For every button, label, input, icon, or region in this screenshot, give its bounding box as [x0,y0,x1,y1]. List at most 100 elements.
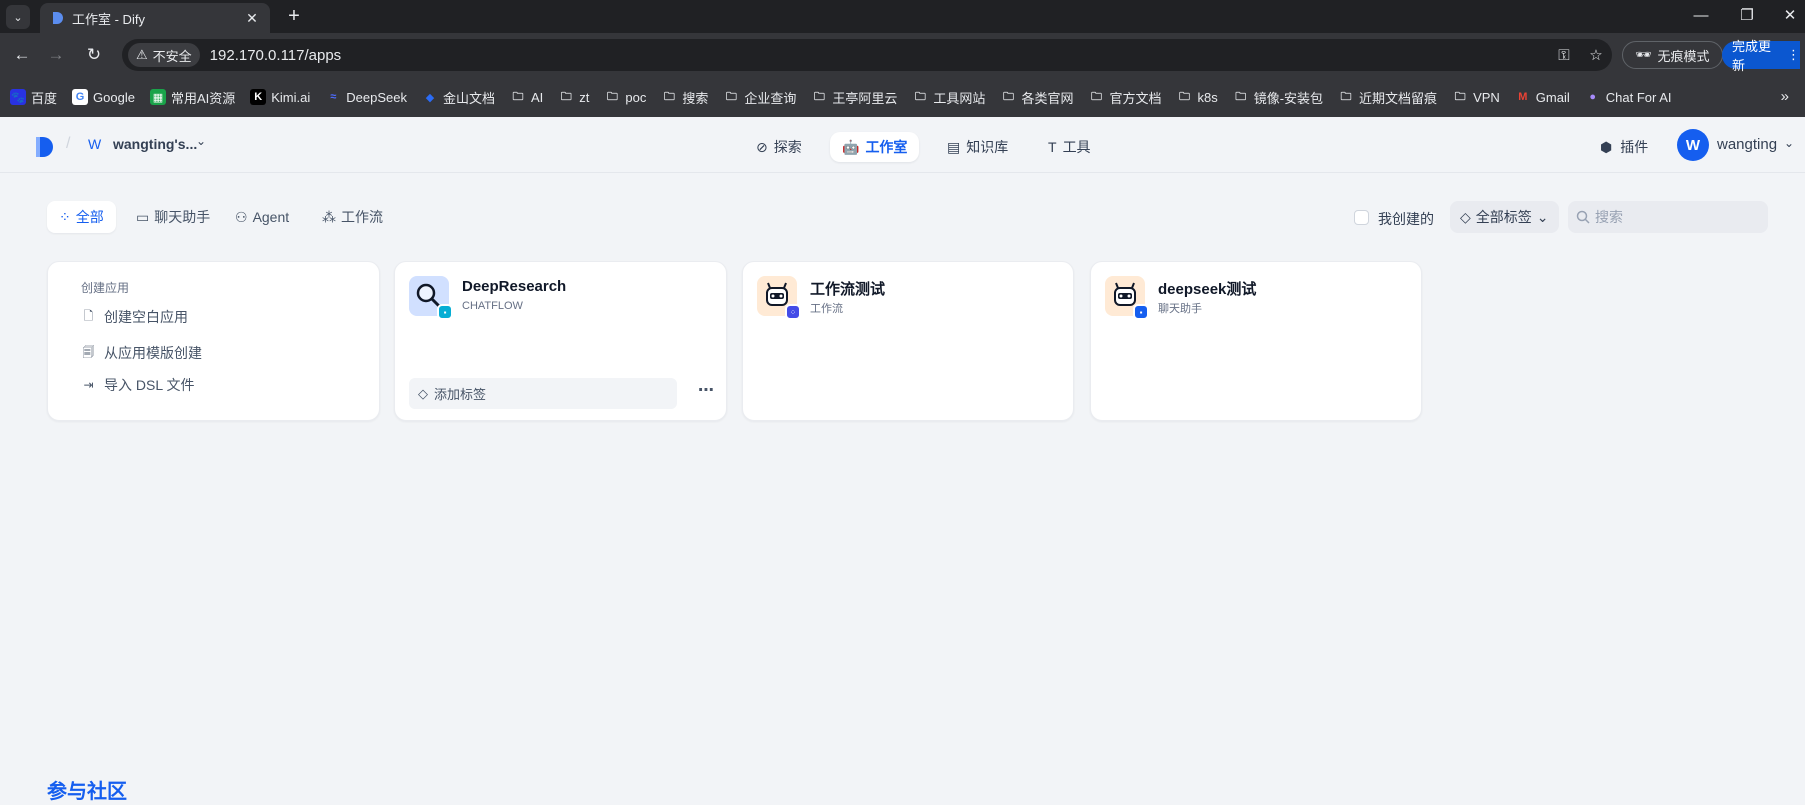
url-text[interactable]: 192.170.0.117/apps [210,47,1548,64]
chat-ai-icon: ● [1589,91,1597,103]
bookmark-item[interactable]: 🗀 企业查询 [723,88,797,107]
bookmark-label: Gmail [1535,89,1570,105]
chatflow-badge-icon: ▪ [437,304,453,320]
created-by-me-label[interactable]: 我创建的 [1378,209,1434,229]
bookmark-item[interactable]: ◆ 金山文档 [422,88,495,107]
restore-button[interactable]: ❐ [1732,4,1762,28]
bookmark-item[interactable]: G Google [72,89,135,105]
created-by-me-checkbox[interactable] [1354,210,1369,225]
filter-tab-agent[interactable]: ⚇ Agent [223,201,301,233]
bookmark-item[interactable]: ▦ 常用AI资源 [149,88,236,107]
bookmark-item[interactable]: ≈ DeepSeek [325,89,407,105]
new-tab-button[interactable]: + [282,4,306,28]
bookmark-label: 近期文档留痕 [1359,90,1438,106]
nav-explore-label: 探索 [773,139,802,155]
create-blank-app-button[interactable]: 🗋 创建空白应用 [81,307,188,327]
dify-logo-icon[interactable] [34,136,54,158]
chevron-down-icon[interactable]: ⌄ [196,134,206,148]
bookmark-item[interactable]: 🗀 近期文档留痕 [1338,88,1438,107]
search-input[interactable] [1595,209,1755,225]
compass-icon: ⊘ [756,138,768,155]
nav-knowledge[interactable]: ▤ 知识库 [935,132,1020,162]
folder-icon: 🗀 [725,90,737,103]
close-icon[interactable]: ✕ [244,10,260,27]
insecure-chip[interactable]: ⚠ 不安全 [128,43,200,67]
bookmark-item[interactable]: K Kimi.ai [250,89,310,105]
bookmark-label: 常用AI资源 [170,90,236,106]
password-key-icon[interactable]: ⚿ [1548,47,1580,64]
filter-tab-label: 工作流 [341,209,383,225]
bookmark-item[interactable]: 🗀 zt [558,89,590,105]
google-icon: G [72,89,89,105]
bookmark-item[interactable]: 🗀 poc [604,89,646,105]
tab-search-button[interactable]: ⌄ [6,5,30,29]
create-app-title: 创建应用 [81,281,130,295]
username[interactable]: wangting [1717,136,1777,153]
app-card-workflow-test[interactable]: ⁘ 工作流测试 工作流 [742,261,1074,421]
filter-tab-workflow[interactable]: ⁂ 工作流 [310,201,395,233]
create-from-template-button[interactable]: 🗐 从应用模版创建 [81,343,203,363]
search-box[interactable] [1568,201,1768,233]
browser-tab[interactable]: 工作室 - Dify ✕ [40,3,270,33]
star-icon[interactable]: ☆ [1580,46,1612,64]
bookmark-label: 搜索 [682,90,709,106]
bookmark-item[interactable]: 🗀 镜像-安装包 [1233,88,1323,107]
kimi-icon: K [250,89,267,105]
file-plus-icon: 🗋 [83,308,94,323]
import-dsl-button[interactable]: ⇥ 导入 DSL 文件 [81,375,194,395]
bookmark-item[interactable]: 🗀 各类官网 [1000,88,1074,107]
app-header: / W wangting's... ⌄ ⊘ 探索 🤖 工作室 ▤ 知识库 T 工… [0,117,1805,173]
more-options-button[interactable]: ⋯ [693,380,719,406]
folder-icon: 🗀 [512,90,524,103]
nav-tools[interactable]: T 工具 [1036,132,1103,162]
agent-icon: ⚇ [235,208,248,225]
nav-tools-label: 工具 [1062,139,1091,155]
app-card-deepresearch[interactable]: ▪ DeepResearch CHATFLOW ◇ 添加标签 ⋯ [394,261,727,421]
app-type: CHATFLOW [462,300,523,312]
address-bar[interactable]: ⚠ 不安全 192.170.0.117/apps ⚿ ☆ [122,39,1612,71]
nav-studio[interactable]: 🤖 工作室 [830,132,920,162]
bookmark-item[interactable]: ● Chat For AI [1585,89,1671,105]
filter-tab-label: Agent [252,209,290,225]
minimize-button[interactable]: — [1686,4,1716,28]
update-label: 完成更新 [1732,39,1772,73]
incognito-chip[interactable]: 🕶 无痕模式 [1622,41,1723,69]
folder-icon: 🗀 [1454,90,1466,103]
tag-filter-dropdown[interactable]: ◇ 全部标签 ⌄ [1450,201,1559,233]
nav-explore[interactable]: ⊘ 探索 [744,132,814,162]
bookmark-item[interactable]: 🗀 官方文档 [1088,88,1162,107]
insecure-label: 不安全 [152,48,192,64]
bookmark-item[interactable]: 🗀 工具网站 [912,88,986,107]
incognito-label: 无痕模式 [1657,48,1710,64]
bookmark-item[interactable]: 🗀 搜索 [661,88,709,107]
bookmark-item[interactable]: 🗀 王亭阿里云 [811,88,898,107]
reload-button[interactable]: ↻ [82,43,106,67]
filter-tab-chat[interactable]: ▭ 聊天助手 [124,201,222,233]
bookmark-item[interactable]: 🗀 AI [510,89,543,105]
chevron-down-icon[interactable]: ⌄ [1784,136,1794,150]
bookmark-item[interactable]: M Gmail [1515,89,1570,105]
more-vert-icon: ⋮ [1787,47,1800,62]
update-button[interactable]: 完成更新 ⋮ [1722,39,1800,73]
bookmark-item[interactable]: 🗀 VPN [1452,89,1500,105]
app-card-deepseek-test[interactable]: ▪ deepseek测试 聊天助手 [1090,261,1422,421]
window-close-button[interactable]: ✕ [1775,4,1805,28]
plugins-button[interactable]: ⬢ 插件 [1600,132,1648,162]
bookmark-label: 官方文档 [1109,90,1162,106]
filter-tab-all[interactable]: ⁘ 全部 [47,201,116,233]
back-button[interactable]: ← [10,43,34,67]
bookmark-label: 金山文档 [442,90,495,106]
workspace-switcher[interactable]: wangting's... [113,136,197,152]
bookmarks-overflow-icon[interactable]: » [1781,77,1789,117]
forward-button[interactable]: → [44,43,68,67]
add-tag-button[interactable]: ◇ 添加标签 [409,378,677,409]
avatar[interactable]: W [1677,129,1709,161]
bookmark-item[interactable]: 🐾 百度 [10,88,57,107]
bookmark-label: 企业查询 [744,90,797,106]
gmail-icon: M [1518,91,1528,103]
bookmark-item[interactable]: 🗀 k8s [1176,89,1218,105]
bookmarks-bar: 🐾 百度 G Google ▦ 常用AI资源 K Kimi.ai ≈ DeepSeek ◆ 金山文档 🗀… [0,77,1805,117]
folder-icon: 🗀 [813,90,825,103]
create-item-label: 创建空白应用 [104,309,188,325]
bookmark-label: 镜像-安装包 [1253,90,1324,106]
